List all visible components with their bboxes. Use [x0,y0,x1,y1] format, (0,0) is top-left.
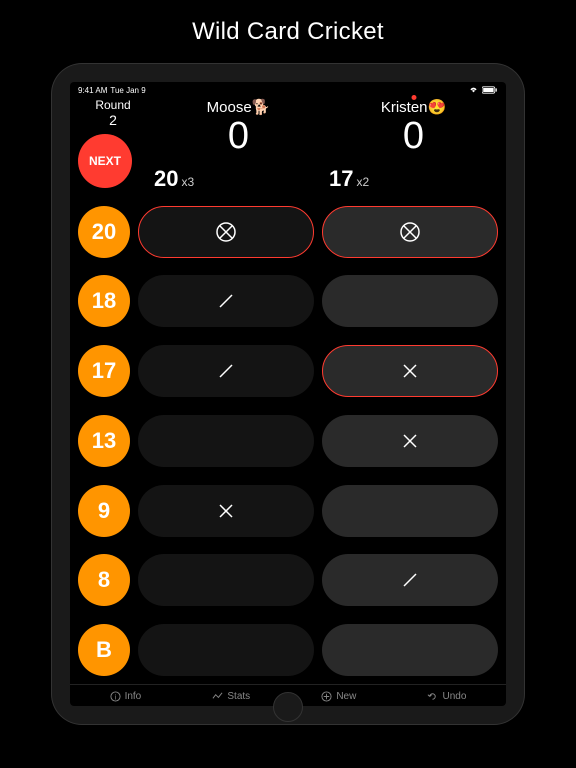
target-chip[interactable]: 18 [78,275,130,327]
round-number: 2 [78,112,148,129]
new-label: New [336,691,356,702]
score-cell[interactable] [138,345,314,397]
target-chip[interactable]: 20 [78,206,130,258]
score-row: 18 [78,270,498,334]
header: Round 2 Moose🐕 0 Kristen😍 0 [70,96,506,158]
score-row: 13 [78,409,498,473]
next-button[interactable]: NEXT [78,134,132,188]
score-cell[interactable] [322,415,498,467]
score-cell[interactable] [322,554,498,606]
score-cell[interactable] [322,275,498,327]
wifi-icon [468,86,479,96]
score-cell[interactable] [322,345,498,397]
player-1-wild-number: 20 [154,166,178,192]
player-1-name: Moose🐕 [154,98,323,116]
stats-label: Stats [227,691,250,702]
score-row: 8 [78,549,498,613]
info-button[interactable]: i Info [110,691,142,702]
player-1-wild-multiplier: x3 [181,175,194,189]
page-title: Wild Card Cricket [0,0,576,64]
player-1-score: 0 [154,116,323,158]
player-2-name: Kristen😍 [329,98,498,116]
target-chip[interactable]: 17 [78,345,130,397]
info-icon: i [110,691,121,702]
active-turn-indicator [411,95,416,100]
undo-button[interactable]: Undo [427,691,466,702]
player-2-header: Kristen😍 0 [329,98,498,158]
score-row: 17 [78,339,498,403]
score-row: 20 [78,200,498,264]
score-row: 9 [78,479,498,543]
status-date: Tue Jan 9 [110,86,145,95]
score-cell[interactable] [322,485,498,537]
info-label: Info [125,691,142,702]
home-button[interactable] [273,692,303,722]
battery-icon [482,86,498,96]
target-chip[interactable]: 8 [78,554,130,606]
round-indicator: Round 2 [78,98,148,129]
player-2-wild-number: 17 [329,166,353,192]
status-time: 9:41 AM [78,86,107,95]
undo-icon [427,691,438,702]
device-frame: 9:41 AM Tue Jan 9 Round 2 Moose🐕 0 [52,64,524,724]
stats-icon [212,691,223,702]
score-cell[interactable] [138,485,314,537]
score-cell[interactable] [138,624,314,676]
score-cell[interactable] [138,206,314,258]
app-screen: 9:41 AM Tue Jan 9 Round 2 Moose🐕 0 [70,82,506,706]
wild-card-row: 20 x3 17 x2 [70,158,506,196]
score-cell[interactable] [138,554,314,606]
score-grid: 20 18 17 13 9 8 B [70,196,506,684]
target-chip[interactable]: 9 [78,485,130,537]
svg-text:i: i [114,692,116,701]
target-chip[interactable]: B [78,624,130,676]
round-label: Round [78,98,148,112]
undo-label: Undo [442,691,466,702]
player-2-score: 0 [329,116,498,158]
score-cell[interactable] [138,415,314,467]
plus-icon [321,691,332,702]
player-2-wild-multiplier: x2 [356,175,369,189]
new-button[interactable]: New [321,691,356,702]
score-cell[interactable] [322,624,498,676]
status-bar: 9:41 AM Tue Jan 9 [70,82,506,96]
score-cell[interactable] [138,275,314,327]
target-chip[interactable]: 13 [78,415,130,467]
stats-button[interactable]: Stats [212,691,250,702]
score-row: B [78,618,498,682]
score-cell[interactable] [322,206,498,258]
player-1-header: Moose🐕 0 [154,98,323,158]
